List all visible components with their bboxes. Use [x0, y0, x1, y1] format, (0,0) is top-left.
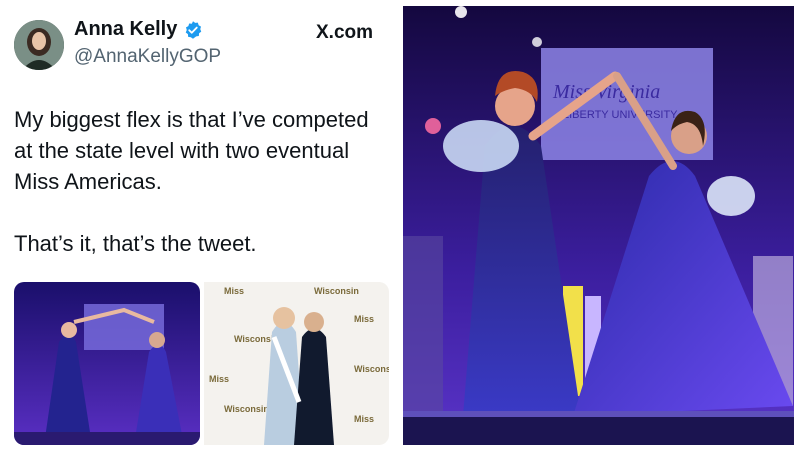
photo-thumbnail-backdrop[interactable]: Miss Wisconsin Wisconsin Miss Miss Wisconsi… [204, 282, 389, 445]
svg-text:Miss: Miss [354, 314, 374, 324]
brand-label[interactable]: X.com [316, 22, 373, 44]
tweet-paragraph: My biggest flex is that I’ve competed at… [14, 107, 369, 194]
svg-text:Miss: Miss [354, 414, 374, 424]
svg-text:Wisconsin: Wisconsin [224, 404, 269, 414]
main-stage-photo[interactable]: Miss Virginia LIBERTY UNIVERSITY [403, 6, 794, 445]
svg-text:Wisconsin: Wisconsin [314, 286, 359, 296]
verified-badge-icon [183, 20, 203, 40]
user-handle[interactable]: @AnnaKellyGOP [74, 46, 221, 68]
tweet-text: My biggest flex is that I’ve competed at… [14, 104, 386, 259]
banner-subtitle: LIBERTY UNIVERSITY [563, 109, 678, 121]
avatar[interactable] [14, 20, 64, 70]
tweet-paragraph: That’s it, that’s the tweet. [14, 231, 257, 256]
svg-text:Miss: Miss [209, 374, 229, 384]
tweet-card: Anna Kelly @AnnaKellyGOP X.com My bigges… [0, 0, 398, 450]
display-name[interactable]: Anna Kelly [74, 18, 177, 41]
svg-text:Miss: Miss [224, 286, 244, 296]
svg-text:Wisconsin: Wisconsin [354, 364, 389, 374]
photo-thumbnail-stage[interactable] [14, 282, 200, 445]
